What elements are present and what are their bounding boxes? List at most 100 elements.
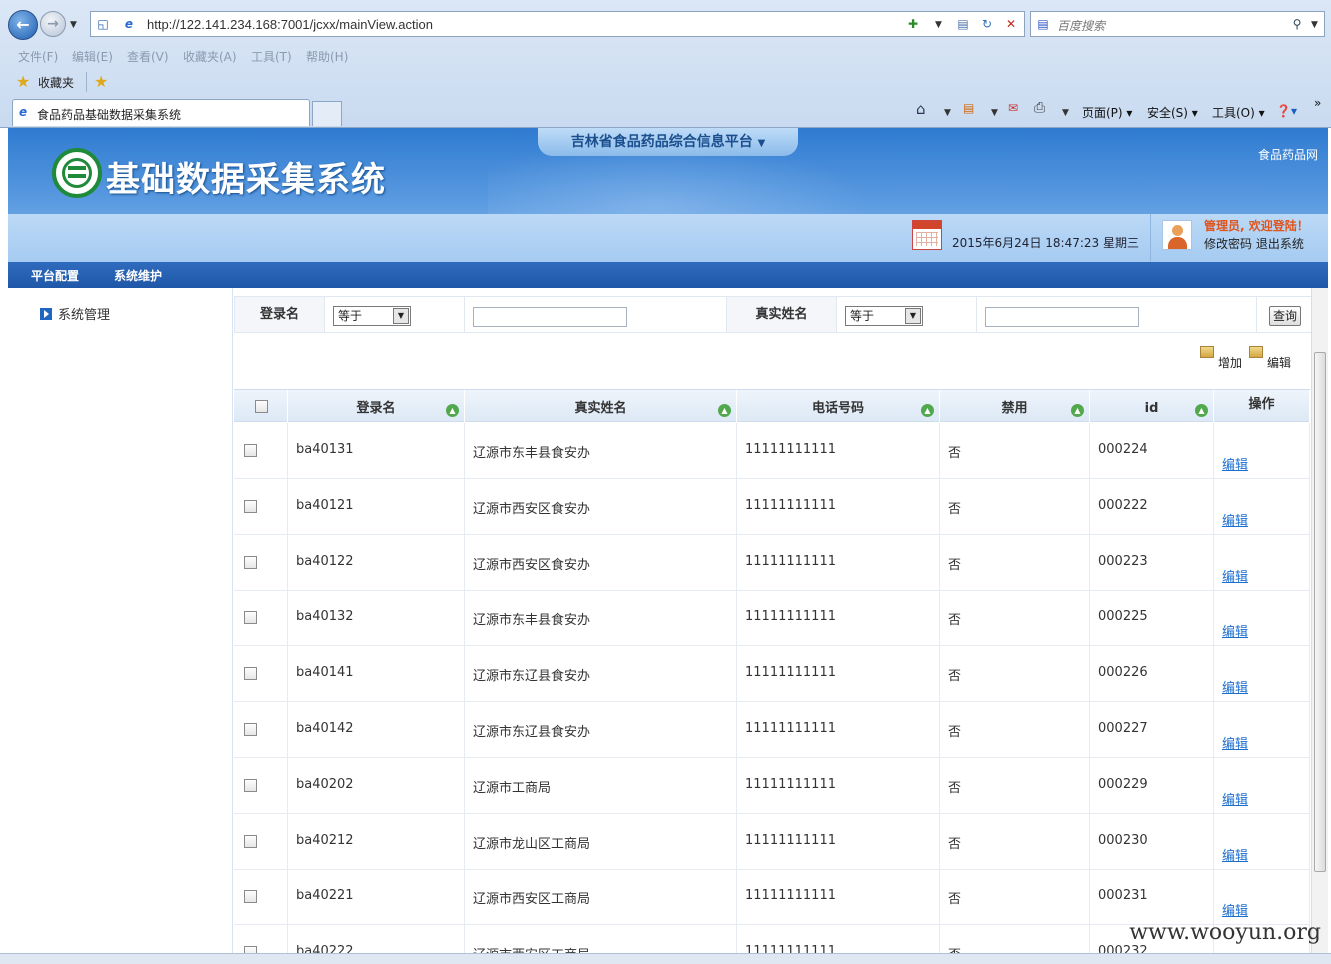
mail-icon[interactable]: ✉ [1008, 101, 1018, 115]
site-link[interactable]: 食品药品网 [1258, 146, 1318, 163]
page-menu-label: 页面(P) [1082, 106, 1123, 120]
search-input[interactable]: 百度搜索 [1057, 17, 1105, 34]
row-checkbox[interactable] [244, 946, 257, 953]
col-login-name[interactable]: 登录名 ▲ [288, 390, 465, 423]
row-checkbox[interactable] [244, 499, 257, 513]
cell-id: 000229 [1090, 757, 1214, 814]
stop-icon[interactable]: ✕ [1003, 16, 1019, 32]
row-edit-link[interactable]: 编辑 [1222, 510, 1248, 529]
menu-tools[interactable]: 工具(T) [251, 48, 292, 65]
compat-view-icon[interactable]: ◱ [95, 16, 111, 32]
compatibility-icon[interactable]: ▤ [955, 16, 971, 32]
plugin-icon[interactable]: ✚ [905, 16, 921, 32]
cell-login-name-value: ba40212 [296, 832, 354, 848]
avatar-body [1168, 237, 1187, 249]
menu-view[interactable]: 查看(V) [127, 48, 169, 65]
row-edit-link[interactable]: 编辑 [1222, 454, 1248, 473]
menu-favorites[interactable]: 收藏夹(A) [183, 48, 237, 65]
cell-id: 000231 [1090, 869, 1214, 926]
cell-phone: 11111111111 [737, 702, 940, 758]
realname-op-value: 等于 [850, 309, 875, 323]
home-dropdown-icon[interactable]: ▼ [944, 108, 951, 118]
row-edit-link[interactable]: 编辑 [1222, 677, 1248, 696]
row-edit-link[interactable]: 编辑 [1222, 845, 1248, 864]
back-button[interactable]: ← [8, 10, 38, 40]
rss-dropdown-icon[interactable]: ▼ [991, 108, 998, 118]
forward-button[interactable]: → [40, 11, 66, 37]
sidebar-item-system-management[interactable]: 系统管理 [40, 304, 110, 323]
add-folder-icon [1200, 346, 1214, 358]
page-menu[interactable]: 页面(P) ▾ [1082, 104, 1132, 121]
sort-icon[interactable]: ▲ [921, 404, 934, 417]
menu-edit[interactable]: 编辑(E) [72, 48, 113, 65]
row-checkbox[interactable] [244, 555, 257, 569]
row-checkbox[interactable] [244, 778, 257, 792]
platform-switcher[interactable]: 吉林省食品药品综合信息平台 ▼ [538, 128, 798, 156]
logout-link[interactable]: 退出系统 [1256, 237, 1304, 251]
search-box[interactable]: ▤ 百度搜索 ⚲ ▼ [1030, 11, 1325, 37]
refresh-icon[interactable]: ↻ [979, 16, 995, 32]
url-text[interactable]: http://122.141.234.168:7001/jcxx/mainVie… [147, 17, 433, 32]
cell-login-name: ba40132 [288, 590, 465, 647]
realname-op-select[interactable]: 等于 ▼ [845, 306, 923, 326]
safety-menu[interactable]: 安全(S) ▾ [1147, 104, 1198, 121]
row-checkbox[interactable] [244, 723, 257, 736]
sort-icon[interactable]: ▲ [718, 404, 731, 417]
row-checkbox[interactable] [244, 444, 257, 457]
menu-help[interactable]: 帮助(H) [306, 48, 348, 65]
row-checkbox[interactable] [244, 834, 257, 848]
login-name-input[interactable] [473, 307, 627, 327]
nav-system-maintenance[interactable]: 系统维护 [114, 267, 162, 284]
row-edit-link[interactable]: 编辑 [1222, 733, 1248, 752]
address-bar[interactable]: ◱ e http://122.141.234.168:7001/jcxx/mai… [90, 11, 1025, 37]
row-edit-link[interactable]: 编辑 [1222, 566, 1248, 585]
main-scrollbar[interactable] [1311, 288, 1328, 953]
history-dropdown-icon[interactable]: ▼ [70, 20, 77, 30]
col-id[interactable]: id ▲ [1090, 390, 1214, 423]
new-tab-button[interactable] [312, 101, 342, 126]
cell-disabled: 否 [940, 646, 1090, 703]
tab-main[interactable]: e 食品药品基础数据采集系统 [12, 99, 310, 126]
address-dropdown-icon[interactable]: ▼ [935, 20, 942, 30]
row-checkbox[interactable] [244, 890, 257, 904]
row-edit-link[interactable]: 编辑 [1222, 789, 1248, 808]
real-name-input[interactable] [985, 307, 1139, 327]
print-icon[interactable]: ⎙ [1034, 100, 1045, 116]
help-icon[interactable]: ❓▾ [1276, 104, 1297, 118]
search-icon[interactable]: ⚲ [1289, 16, 1305, 32]
col-disabled[interactable]: 禁用 ▲ [940, 390, 1090, 423]
row-edit-link[interactable]: 编辑 [1222, 900, 1248, 919]
overflow-chevron-icon[interactable]: » [1314, 96, 1321, 110]
rss-icon[interactable]: ▤ [963, 101, 974, 115]
menu-file[interactable]: 文件(F) [18, 48, 58, 65]
add-favorite-icon[interactable]: ★ [94, 72, 108, 91]
row-edit-link[interactable]: 编辑 [1222, 621, 1248, 640]
logo-bar-bottom [68, 174, 86, 178]
cell-action: 编辑 [1214, 869, 1310, 926]
select-all-checkbox[interactable] [255, 400, 268, 413]
edit-button[interactable]: 编辑 [1249, 346, 1291, 371]
row-checkbox[interactable] [244, 667, 257, 681]
sort-icon[interactable]: ▲ [446, 404, 459, 417]
nav-platform-config[interactable]: 平台配置 [31, 267, 79, 284]
home-icon[interactable]: ⌂ [916, 100, 926, 118]
query-button[interactable]: 查询 [1269, 306, 1301, 326]
cell-disabled-value: 否 [948, 446, 962, 461]
col-real-name[interactable]: 真实姓名 ▲ [465, 390, 737, 423]
sort-icon[interactable]: ▲ [1071, 404, 1084, 417]
cell-phone-value: 11111111111 [745, 776, 836, 792]
add-button[interactable]: 增加 [1200, 346, 1242, 371]
print-dropdown-icon[interactable]: ▼ [1062, 108, 1069, 118]
platform-dropdown-icon: ▼ [757, 138, 766, 149]
login-op-select[interactable]: 等于 ▼ [333, 306, 411, 326]
change-password-link[interactable]: 修改密码 [1204, 237, 1252, 251]
scrollbar-thumb[interactable] [1314, 352, 1326, 872]
col-phone[interactable]: 电话号码 ▲ [737, 390, 940, 423]
tools-menu[interactable]: 工具(O) ▾ [1212, 104, 1265, 121]
search-dropdown-icon[interactable]: ▼ [1311, 20, 1318, 30]
row-checkbox[interactable] [244, 611, 257, 625]
cell-id: 000224 [1090, 423, 1214, 479]
cell-id-value: 000232 [1098, 944, 1148, 953]
sort-icon[interactable]: ▲ [1195, 404, 1208, 417]
favorites-button[interactable]: 收藏夹 [38, 74, 74, 91]
